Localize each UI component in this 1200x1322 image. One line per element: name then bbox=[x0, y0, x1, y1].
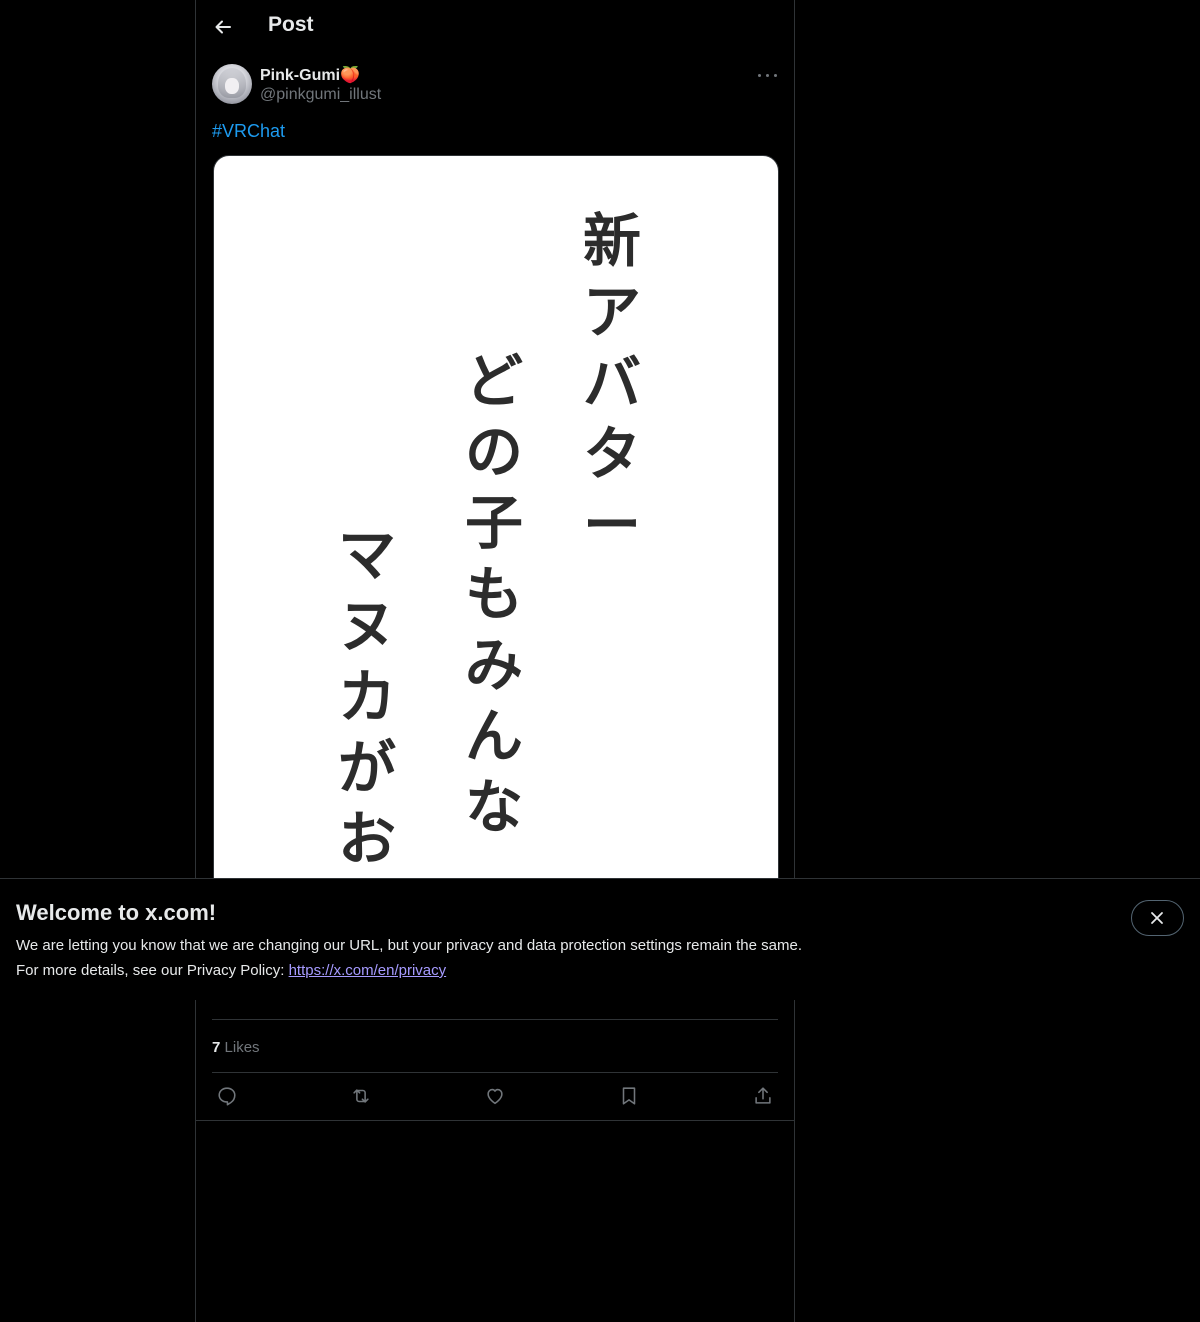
banner-privacy-line: For more details, see our Privacy Policy… bbox=[16, 962, 446, 979]
post-image[interactable]: 新アバター どの子もみんな マヌカがお bbox=[213, 155, 779, 917]
share-icon bbox=[755, 1087, 771, 1104]
likes-count[interactable]: 7 Likes bbox=[212, 1039, 260, 1056]
banner-privacy-text: For more details, see our Privacy Policy… bbox=[16, 962, 289, 979]
repost-icon bbox=[353, 1089, 369, 1103]
page-title: Post bbox=[268, 13, 314, 36]
divider bbox=[196, 1120, 794, 1121]
close-icon bbox=[1151, 912, 1163, 924]
share-button[interactable] bbox=[751, 1084, 777, 1110]
bookmark-button[interactable] bbox=[617, 1084, 643, 1110]
hashtag-link[interactable]: #VRChat bbox=[212, 121, 285, 142]
more-dots-icon bbox=[758, 74, 761, 77]
top-bar: Post bbox=[196, 0, 794, 54]
close-banner-button[interactable] bbox=[1131, 900, 1184, 936]
privacy-policy-link[interactable]: https://x.com/en/privacy bbox=[289, 962, 447, 979]
author-handle[interactable]: @pinkgumi_illust bbox=[260, 86, 381, 104]
like-button[interactable] bbox=[483, 1084, 509, 1110]
divider bbox=[212, 1019, 778, 1020]
bookmark-icon bbox=[622, 1087, 636, 1105]
repost-button[interactable] bbox=[349, 1084, 375, 1110]
avatar[interactable] bbox=[212, 64, 252, 104]
divider bbox=[212, 1072, 778, 1073]
likes-label: Likes bbox=[224, 1039, 260, 1056]
likes-number: 7 bbox=[212, 1039, 221, 1056]
back-arrow-icon bbox=[215, 20, 231, 34]
banner-message: We are letting you know that we are chan… bbox=[16, 937, 802, 954]
image-text-column: どの子もみんな bbox=[464, 347, 523, 841]
like-icon bbox=[487, 1088, 503, 1105]
post-column: Post Pink-Gumi🍑 @pinkgumi_illust #VRChat… bbox=[195, 0, 795, 1322]
welcome-banner: Welcome to x.com! We are letting you kno… bbox=[0, 878, 1200, 1000]
back-button[interactable] bbox=[208, 12, 238, 42]
image-text-column: 新アバター bbox=[582, 207, 641, 559]
author-display-name[interactable]: Pink-Gumi🍑 bbox=[260, 65, 360, 85]
image-text-column: マヌカがお bbox=[337, 521, 396, 873]
banner-title: Welcome to x.com! bbox=[16, 900, 217, 925]
more-options-button[interactable] bbox=[756, 64, 780, 86]
reply-icon bbox=[218, 1087, 236, 1106]
reply-button[interactable] bbox=[215, 1084, 241, 1110]
